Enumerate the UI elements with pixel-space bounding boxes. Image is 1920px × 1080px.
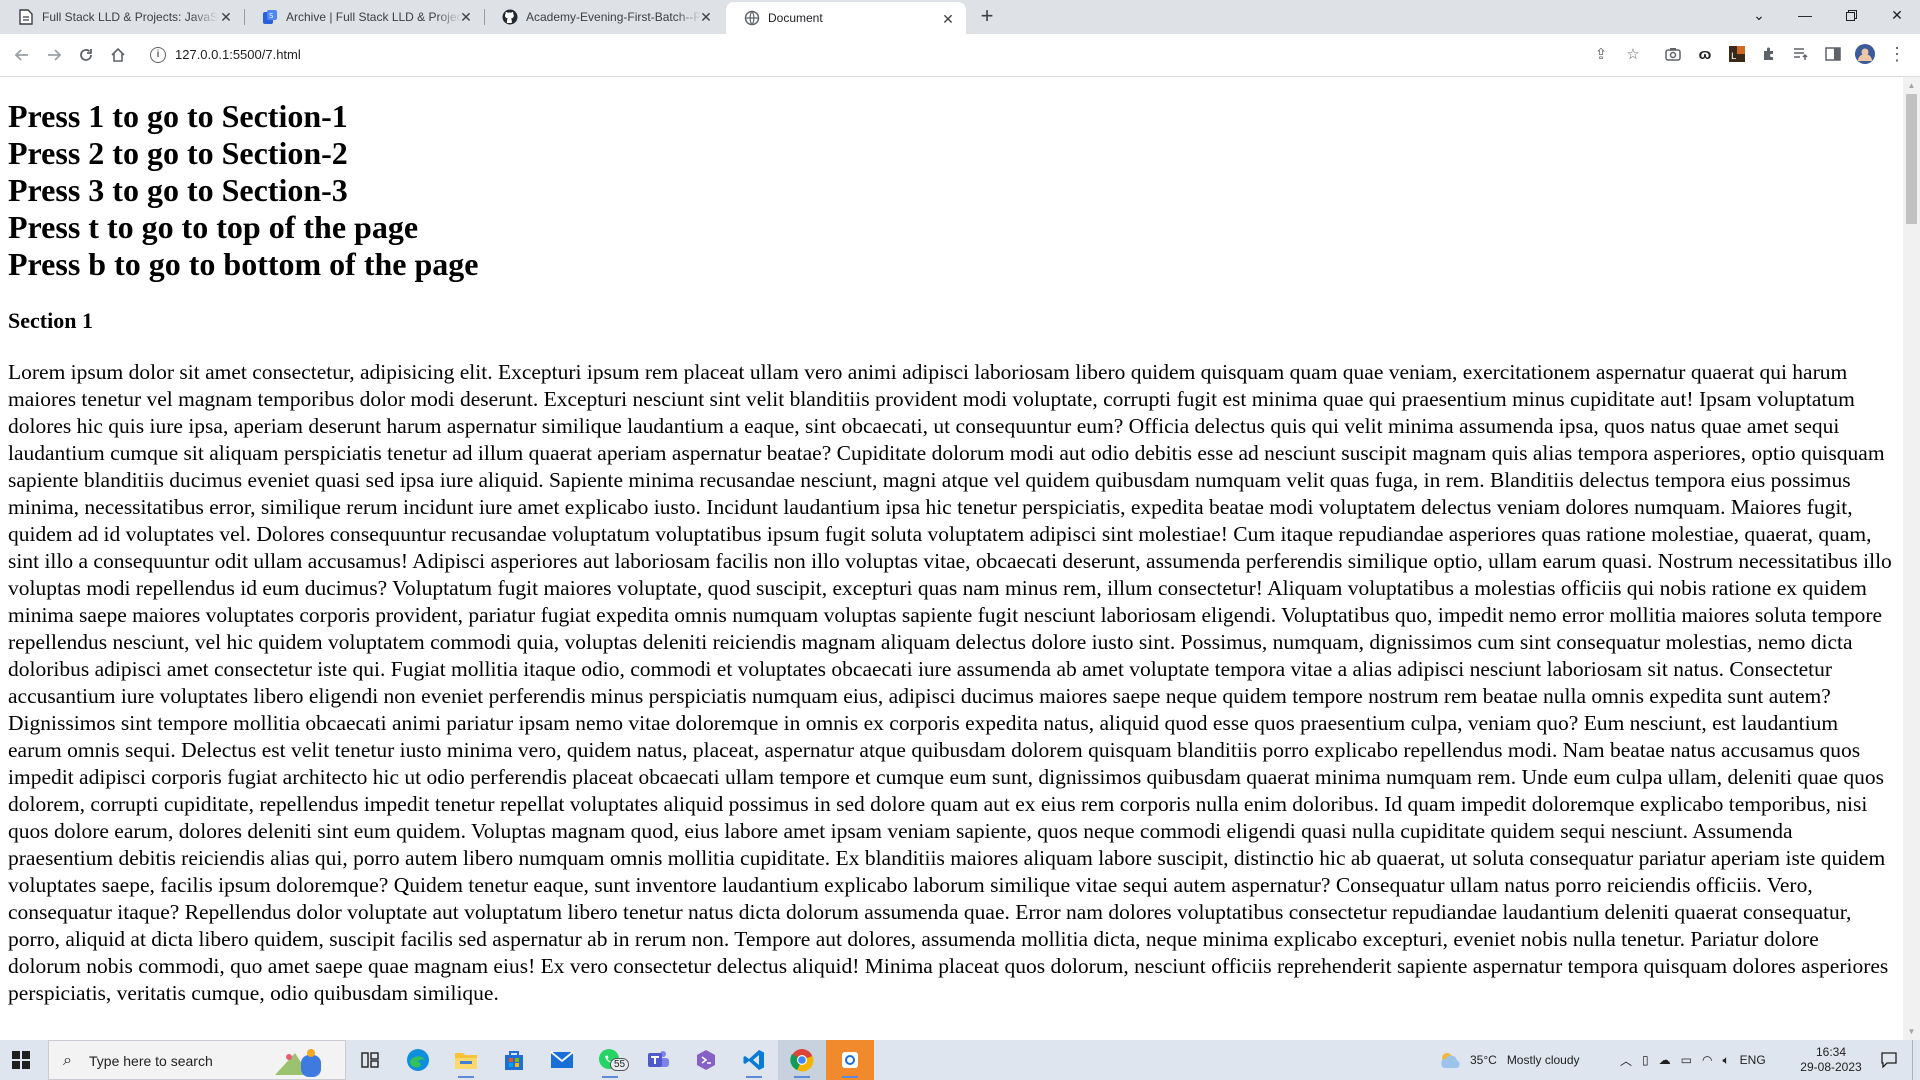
weather-widget[interactable]: 35°C Mostly cloudy — [1438, 1040, 1580, 1080]
scroll-up-icon[interactable]: ▲ — [1903, 77, 1920, 94]
visual-studio-icon[interactable] — [682, 1040, 730, 1080]
weather-condition: Mostly cloudy — [1506, 1053, 1580, 1067]
reload-icon[interactable] — [74, 43, 98, 67]
notifications-icon[interactable] — [1874, 1040, 1904, 1080]
clock-date: 29-08-2023 — [1800, 1060, 1862, 1074]
windows-start-icon[interactable] — [12, 1051, 30, 1069]
bookmark-star-icon[interactable]: ☆ — [1623, 44, 1643, 64]
home-icon[interactable] — [106, 43, 130, 67]
weather-temperature: 35°C — [1470, 1053, 1497, 1067]
heading-section-2: Press 2 to go to Section-2 — [8, 135, 348, 171]
close-icon[interactable]: ✕ — [458, 9, 474, 25]
task-view-icon[interactable] — [346, 1040, 394, 1080]
mail-icon[interactable] — [538, 1040, 586, 1080]
section-paragraph: Lorem ipsum dolor sit amet consectetur, … — [8, 360, 1892, 1005]
address-bar[interactable]: i 127.0.0.1:5500/7.html — [140, 39, 1640, 71]
menu-icon[interactable]: ⋮ — [1887, 44, 1907, 64]
side-panel-icon[interactable] — [1823, 44, 1843, 64]
close-window-icon[interactable]: ✕ — [1874, 0, 1920, 30]
tab-title: Archive | Full Stack LLD & Projects — [286, 10, 462, 24]
reading-list-icon[interactable] — [1791, 44, 1811, 64]
forward-icon[interactable] — [42, 43, 66, 67]
teams-icon[interactable] — [634, 1040, 682, 1080]
restore-icon[interactable] — [1828, 0, 1874, 30]
site-info-icon[interactable]: i — [150, 47, 166, 63]
tab-search-icon[interactable]: ⌄ — [1736, 0, 1782, 30]
search-icon: ⌕ — [63, 1052, 72, 1069]
scroll-down-icon[interactable]: ▼ — [1903, 1023, 1920, 1040]
scrollbar-thumb[interactable] — [1906, 94, 1917, 224]
heading-top: Press t to go to top of the page — [8, 209, 419, 245]
wifi-icon[interactable]: ◠ — [1702, 1053, 1712, 1067]
heading-bottom: Press b to go to bottom of the page — [8, 246, 479, 282]
svg-text:S: S — [269, 12, 274, 20]
store-icon[interactable] — [490, 1040, 538, 1080]
weather-cloud-icon — [1441, 1053, 1460, 1068]
page-viewport: Press 1 to go to Section-1 Press 2 to go… — [0, 77, 1903, 1040]
page-content: Press 1 to go to Section-1 Press 2 to go… — [0, 98, 1903, 1007]
back-icon[interactable] — [10, 43, 34, 67]
chevron-up-icon[interactable]: ︿ — [1620, 1052, 1632, 1069]
search-highlight-icon — [275, 1049, 321, 1077]
camera-icon[interactable] — [1663, 44, 1683, 64]
extensions-puzzle-icon[interactable] — [1759, 44, 1779, 64]
battery-icon[interactable]: ▭ — [1681, 1053, 1692, 1067]
clock[interactable]: 16:34 29-08-2023 — [1800, 1040, 1862, 1080]
close-icon[interactable]: ✕ — [698, 9, 714, 25]
language-indicator[interactable]: ENG — [1740, 1053, 1766, 1067]
taskbar: ⌕ Type here to search 55 35°C Mostly clo… — [0, 1040, 1920, 1080]
edge-icon[interactable] — [394, 1040, 442, 1080]
system-tray: ︿ ▯ ☁ ▭ ◠ 🔈︎ ENG — [1620, 1040, 1766, 1080]
show-desktop-button[interactable] — [1912, 1040, 1920, 1080]
app-icon: S — [262, 9, 278, 25]
extension-icon[interactable]: ɷ — [1695, 44, 1715, 64]
tab-1[interactable]: S Archive | Full Stack LLD & Projects ✕ — [244, 0, 485, 34]
vertical-scrollbar[interactable]: ▲ ▼ — [1903, 77, 1920, 1040]
notification-badge: 55 — [610, 1058, 630, 1071]
close-icon[interactable]: ✕ — [218, 9, 234, 25]
profile-avatar[interactable] — [1855, 44, 1875, 64]
vscode-icon[interactable] — [730, 1040, 778, 1080]
minimize-icon[interactable]: — — [1782, 0, 1828, 30]
taskbar-search-box[interactable]: ⌕ Type here to search — [48, 1040, 346, 1080]
close-icon[interactable]: ✕ — [940, 11, 956, 27]
file-explorer-icon[interactable] — [442, 1040, 490, 1080]
document-icon — [18, 9, 34, 25]
share-icon[interactable]: ⇪ — [1591, 44, 1611, 64]
app-icon[interactable] — [826, 1040, 874, 1080]
tab-title: Academy-Evening-First-Batch--Full — [526, 10, 702, 24]
tab-0[interactable]: Full Stack LLD & Projects: JavaScript ✕ — [0, 0, 245, 34]
svg-text:L: L — [1731, 52, 1736, 62]
heading-section-3: Press 3 to go to Section-3 — [8, 172, 348, 208]
tab-2[interactable]: Academy-Evening-First-Batch--Full ✕ — [484, 0, 724, 34]
volume-icon[interactable]: 🔈︎ — [1722, 1053, 1729, 1068]
tab-3[interactable]: Document ✕ — [726, 2, 966, 34]
tab-title: Document — [768, 11, 823, 25]
globe-icon — [744, 10, 760, 26]
tab-strip: Full Stack LLD & Projects: JavaScript ✕ … — [0, 0, 1920, 34]
search-placeholder: Type here to search — [89, 1053, 213, 1069]
chrome-icon[interactable] — [778, 1040, 826, 1080]
heading-section-1: Press 1 to go to Section-1 — [8, 98, 348, 134]
tab-title: Full Stack LLD & Projects: JavaScript — [42, 10, 218, 24]
whatsapp-icon[interactable]: 55 — [586, 1040, 634, 1080]
cloud-icon[interactable]: ☁ — [1659, 1053, 1671, 1067]
browser-toolbar: i 127.0.0.1:5500/7.html ⇪ ☆ ɷ L ⋮ — [0, 34, 1920, 77]
section-title: Section 1 — [8, 308, 93, 333]
extension-icon[interactable]: L — [1727, 44, 1747, 64]
new-tab-button[interactable]: + — [976, 5, 998, 28]
device-icon[interactable]: ▯ — [1642, 1053, 1649, 1067]
clock-time: 16:34 — [1815, 1045, 1847, 1059]
github-icon — [502, 9, 518, 25]
url-text: 127.0.0.1:5500/7.html — [175, 47, 301, 62]
